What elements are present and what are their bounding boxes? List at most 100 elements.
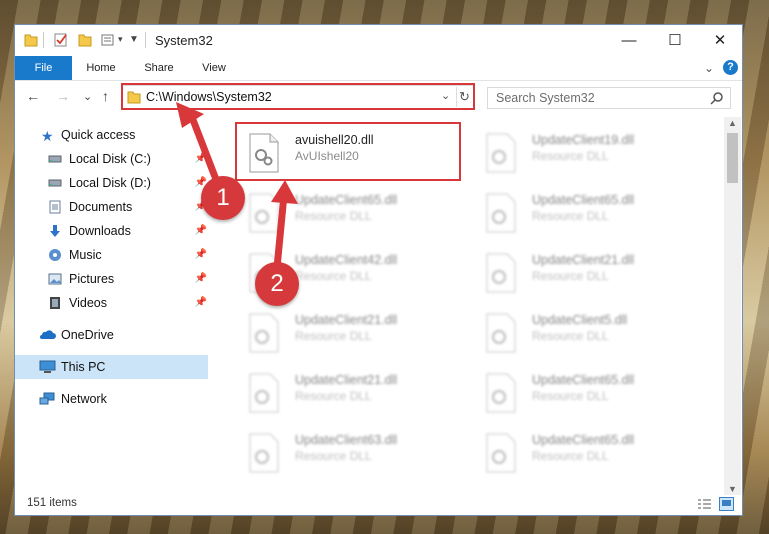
file-name: UpdateClient42.dll [295,253,398,267]
file-explorer-window: ▾ ▼ System32 — ☐ ✕ File Home Share View … [14,24,743,516]
sidebar-item-this-pc[interactable]: This PC [15,355,208,379]
pin-icon[interactable]: 📌 [195,147,207,171]
onedrive-icon [40,330,56,339]
file-name: UpdateClient5.dll [532,313,628,327]
pin-icon[interactable]: 📌 [195,291,207,315]
recent-locations-button[interactable]: ⌄ [83,90,92,103]
sidebar-item-label: Local Disk (C:) [69,152,151,166]
sidebar-item-label: Documents [69,200,133,214]
sidebar-item-local-disk-d[interactable]: Local Disk (D:) 📌 [15,171,210,195]
file-item[interactable]: UpdateClient21.dll Resource DLL [473,245,698,303]
file-item[interactable]: UpdateClient21.dll Resource DLL [236,305,461,363]
file-item[interactable]: UpdateClient5.dll Resource DLL [473,305,698,363]
file-type: Resource DLL [532,149,609,163]
pin-icon[interactable]: 📌 [195,243,207,267]
pin-icon[interactable]: 📌 [195,219,207,243]
maximize-button[interactable]: ☐ [652,25,698,56]
close-button[interactable]: ✕ [697,25,742,56]
file-name: UpdateClient65.dll [532,433,635,447]
tab-home[interactable]: Home [77,56,125,80]
address-highlight-box [121,83,475,110]
sidebar-item-label: This PC [61,360,106,374]
file-type: Resource DLL [532,449,609,463]
file-name: UpdateClient63.dll [295,433,398,447]
large-icons-view-icon[interactable] [719,497,734,511]
sidebar-item-label: OneDrive [61,328,114,342]
file-name: UpdateClient19.dll [532,133,635,147]
file-name: UpdateClient65.dll [295,193,398,207]
vertical-scrollbar[interactable]: ▲ ▼ [724,117,741,495]
sidebar-item-pictures[interactable]: Pictures 📌 [15,267,210,291]
dll-file-icon [486,433,516,473]
dll-file-icon [486,133,516,173]
file-item[interactable]: UpdateClient65.dll Resource DLL [473,425,698,483]
details-view-icon[interactable] [697,498,712,511]
file-highlight-box [235,122,461,181]
sidebar-item-network[interactable]: Network [15,387,210,411]
tab-file[interactable]: File [15,56,72,80]
sidebar-item-label: Downloads [69,224,131,238]
sidebar-item-label: Quick access [61,128,136,142]
divider [145,32,146,48]
file-type: Resource DLL [532,269,609,283]
sidebar-item-documents[interactable]: Documents 📌 [15,195,210,219]
pc-icon [39,360,56,373]
help-icon[interactable]: ? [723,60,738,75]
back-button[interactable]: ← [26,88,40,104]
star-icon: ★ [41,128,54,144]
sidebar-item-onedrive[interactable]: OneDrive [15,323,210,347]
file-name: UpdateClient65.dll [532,193,635,207]
scroll-up-icon[interactable]: ▲ [728,118,737,128]
file-type: Resource DLL [532,389,609,403]
customize-toolbar-icon[interactable] [101,32,115,48]
dll-file-icon [249,313,279,353]
dll-file-icon [249,433,279,473]
new-folder-icon[interactable] [78,32,92,48]
sidebar-item-music[interactable]: Music 📌 [15,243,210,267]
network-icon [39,392,55,405]
sidebar-item-quick-access[interactable]: ★ Quick access [15,123,210,147]
dll-file-icon [486,253,516,293]
drive-icon [48,179,62,187]
forward-button[interactable]: → [56,88,70,104]
item-count: 151 items [27,497,77,509]
file-item[interactable]: UpdateClient21.dll Resource DLL [236,365,461,423]
search-icon[interactable] [710,91,724,105]
window-title: System32 [155,33,213,48]
dll-file-icon [486,373,516,413]
tab-share[interactable]: Share [135,56,183,80]
file-name: UpdateClient65.dll [532,373,635,387]
music-icon [49,249,61,261]
downloads-icon [50,225,60,237]
search-box[interactable]: Search System32 [487,87,731,109]
sidebar-item-label: Videos [69,296,107,310]
minimize-button[interactable]: — [606,25,652,56]
scrollbar-thumb[interactable] [727,133,738,183]
sidebar-item-downloads[interactable]: Downloads 📌 [15,219,210,243]
folder-icon [24,34,38,47]
step-badge-1: 1 [201,176,245,220]
file-type: Resource DLL [295,269,372,283]
quick-access-toolbar-menu-icon[interactable]: ▼ [129,34,139,50]
drive-icon [48,155,62,163]
properties-icon[interactable] [53,32,69,48]
sidebar-item-videos[interactable]: Videos 📌 [15,291,210,315]
file-item[interactable]: UpdateClient65.dll Resource DLL [236,185,461,243]
file-item[interactable]: UpdateClient63.dll Resource DLL [236,425,461,483]
file-item[interactable]: UpdateClient19.dll Resource DLL [473,125,698,183]
title-bar: ▾ ▼ System32 — ☐ ✕ [15,25,742,56]
file-name: UpdateClient21.dll [295,373,398,387]
file-name: UpdateClient21.dll [295,313,398,327]
up-button[interactable]: ↑ [102,88,109,104]
status-bar: 151 items [15,493,742,515]
documents-icon [49,200,61,214]
file-item[interactable]: UpdateClient65.dll Resource DLL [473,185,698,243]
dll-file-icon [486,313,516,353]
sidebar-item-local-disk-c[interactable]: Local Disk (C:) 📌 [15,147,210,171]
file-type: Resource DLL [532,209,609,223]
tab-view[interactable]: View [192,56,236,80]
pin-icon[interactable]: 📌 [195,267,207,291]
file-item[interactable]: UpdateClient65.dll Resource DLL [473,365,698,423]
expand-ribbon-icon[interactable]: ⌄ [701,56,717,80]
dropdown-arrow-icon[interactable]: ▾ [118,34,123,50]
